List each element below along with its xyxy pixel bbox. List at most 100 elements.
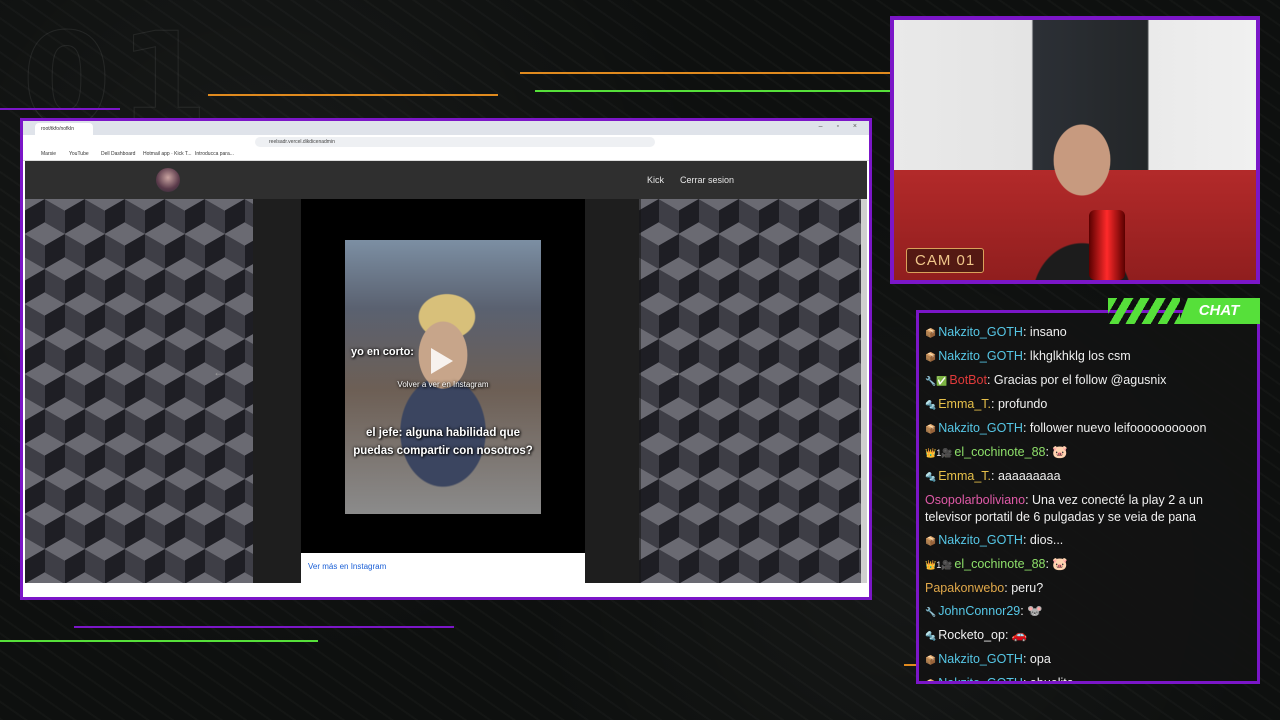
chat-message: 📦 Nakzito_GOTH: follower nuevo leifoooooo… bbox=[925, 417, 1249, 441]
chat-text: aaaaaaaaa bbox=[997, 469, 1061, 483]
chat-username[interactable]: Nakzito_GOTH bbox=[938, 421, 1023, 435]
instagram-embed: yo en corto: Volver a ver en Instagram e… bbox=[301, 199, 585, 583]
chat-separator: : bbox=[1004, 628, 1012, 642]
chat-badge-icon: 🔩 bbox=[925, 472, 937, 482]
chat-separator: : bbox=[1022, 652, 1030, 666]
embed-footer: Ver más en Instagram bbox=[301, 553, 585, 583]
chat-separator: : bbox=[1022, 349, 1030, 363]
chat-username[interactable]: Nakzito_GOTH bbox=[938, 676, 1023, 681]
chat-text: follower nuevo leifoooooooooon bbox=[1029, 421, 1207, 435]
bookmark-item[interactable]: Introducca para... bbox=[195, 151, 234, 157]
chat-badge-icon: 📦 bbox=[925, 679, 937, 684]
bookmarks-bar: Marsie YouTube Dell Dashboard Hotmail ap… bbox=[23, 149, 869, 161]
chat-message: 👑1🎥 el_cochinote_88: 🐷 bbox=[925, 441, 1249, 465]
chat-message: Papakonwebo: peru? bbox=[925, 577, 1249, 600]
right-pattern-panel bbox=[639, 199, 867, 583]
chat-separator: : bbox=[1025, 493, 1033, 507]
chat-separator: : bbox=[986, 373, 994, 387]
reel-video[interactable]: yo en corto: Volver a ver en Instagram e… bbox=[345, 240, 541, 514]
bookmark-item[interactable]: Marsie bbox=[41, 151, 56, 157]
chat-username[interactable]: Nakzito_GOTH bbox=[938, 652, 1023, 666]
caption-bottom: el jefe: alguna habilidad que puedas com… bbox=[353, 427, 533, 457]
chat-username[interactable]: Emma_T. bbox=[938, 469, 991, 483]
chat-username[interactable]: Rocketo_op bbox=[938, 628, 1005, 642]
chat-username[interactable]: BotBot bbox=[949, 373, 987, 387]
chat-badge-icon: 👑1🎥 bbox=[925, 560, 953, 570]
chat-text: Gracias por el follow @agusnix bbox=[993, 373, 1167, 387]
address-bar[interactable]: reelsadr.vercel.dikdicenadmin bbox=[255, 137, 655, 147]
chat-separator: : bbox=[1022, 676, 1030, 684]
chat-username[interactable]: JohnConnor29 bbox=[938, 604, 1020, 618]
chat-message: 📦 Nakzito_GOTH: opa bbox=[925, 648, 1249, 672]
chat-badge-icon: 📦 bbox=[925, 424, 937, 434]
deco-line bbox=[74, 626, 454, 628]
chat-badge-icon: 📦 bbox=[925, 328, 937, 338]
cam-label: CAM 01 bbox=[906, 248, 985, 273]
chat-badge-icon: 👑1🎥 bbox=[925, 448, 953, 458]
play-icon[interactable] bbox=[431, 348, 453, 374]
chat-separator: : bbox=[991, 397, 998, 411]
window-controls[interactable]: – ▫ × bbox=[819, 123, 863, 130]
tab-bar: root/tkfo/nofkIn – ▫ × bbox=[23, 121, 869, 135]
chat-text: dios... bbox=[1029, 533, 1064, 547]
chat-username[interactable]: Papakonwebo bbox=[925, 581, 1004, 595]
chat-username[interactable]: el_cochinote_88 bbox=[954, 557, 1045, 571]
chat-badge-icon: 📦 bbox=[925, 655, 937, 665]
chat-text: profundo bbox=[997, 397, 1048, 411]
chat-separator: : bbox=[1022, 421, 1030, 435]
deco-line bbox=[208, 94, 498, 96]
chat-text: abuelita bbox=[1029, 676, 1074, 684]
microphone-icon bbox=[1089, 210, 1125, 280]
chat-text: insano bbox=[1029, 325, 1067, 339]
chat-badge-icon: 📦 bbox=[925, 536, 937, 546]
chat-username[interactable]: Osopolarboliviano bbox=[925, 493, 1025, 507]
scrollbar[interactable] bbox=[861, 199, 867, 583]
chat-text: lkhglkhklg los csm bbox=[1029, 349, 1131, 363]
site-logo[interactable] bbox=[156, 168, 180, 192]
rewatch-link[interactable]: Volver a ver en Instagram bbox=[345, 380, 541, 389]
chat-username[interactable]: Emma_T. bbox=[938, 397, 991, 411]
chat-message: 🔩 Emma_T.: aaaaaaaaa bbox=[925, 465, 1249, 489]
chat-message: 🔧 JohnConnor29: 🐭 bbox=[925, 600, 1249, 624]
deco-line bbox=[904, 664, 916, 666]
nav-link-logout[interactable]: Cerrar sesion bbox=[680, 175, 734, 185]
prev-arrow-icon[interactable]: ← bbox=[213, 365, 225, 379]
chat-text: 🐷 bbox=[1052, 557, 1068, 571]
bookmark-item[interactable]: YouTube bbox=[69, 151, 89, 157]
chat-separator: : bbox=[1022, 533, 1030, 547]
chat-username[interactable]: Nakzito_GOTH bbox=[938, 533, 1023, 547]
chat-stripes bbox=[1108, 298, 1180, 324]
chat-username[interactable]: Nakzito_GOTH bbox=[938, 325, 1023, 339]
bookmark-item[interactable]: Hotmail app · Kick T... bbox=[143, 151, 192, 157]
bookmark-item[interactable]: Dell Dashboard bbox=[101, 151, 135, 157]
next-arrow-icon[interactable]: → bbox=[669, 365, 681, 379]
webcam-panel: CAM 01 bbox=[890, 16, 1260, 284]
chat-separator: : bbox=[991, 469, 998, 483]
view-more-instagram-link[interactable]: Ver más en Instagram bbox=[308, 562, 386, 571]
chat-label: CHAT bbox=[1178, 298, 1260, 324]
chat-message: 🔧✅ BotBot: Gracias por el follow @agusnix bbox=[925, 369, 1249, 393]
chat-badge-icon: 🔧✅ bbox=[925, 376, 948, 386]
chat-badge: CHAT bbox=[1108, 298, 1260, 324]
browser-window: root/tkfo/nofkIn – ▫ × reelsadr.vercel.d… bbox=[20, 118, 872, 600]
chat-text: 🚗 bbox=[1011, 628, 1028, 642]
chat-username[interactable]: el_cochinote_88 bbox=[954, 445, 1045, 459]
chat-message: 📦 Nakzito_GOTH: dios... bbox=[925, 529, 1249, 553]
chat-message: Osopolarboliviano: Una vez conecté la pl… bbox=[925, 489, 1249, 529]
nav-link-kick[interactable]: Kick bbox=[647, 175, 664, 185]
chat-message: 📦 Nakzito_GOTH: insano bbox=[925, 321, 1249, 345]
chat-text: opa bbox=[1029, 652, 1051, 666]
chat-message: 📦 Nakzito_GOTH: abuelita bbox=[925, 672, 1249, 684]
address-row: reelsadr.vercel.dikdicenadmin bbox=[23, 135, 869, 149]
chat-username[interactable]: Nakzito_GOTH bbox=[938, 349, 1023, 363]
chat-text: peru? bbox=[1011, 581, 1044, 595]
deco-line bbox=[0, 108, 120, 110]
chat-separator: : bbox=[1022, 325, 1030, 339]
chat-badge-icon: 🔩 bbox=[925, 631, 937, 641]
chat-message: 🔩 Emma_T.: profundo bbox=[925, 393, 1249, 417]
chat-text: 🐭 bbox=[1027, 604, 1043, 618]
browser-tab[interactable]: root/tkfo/nofkIn bbox=[35, 123, 93, 135]
deco-line bbox=[0, 640, 318, 642]
chat-message: 📦 Nakzito_GOTH: lkhglkhklg los csm bbox=[925, 345, 1249, 369]
chat-text: 🐷 bbox=[1052, 445, 1068, 459]
